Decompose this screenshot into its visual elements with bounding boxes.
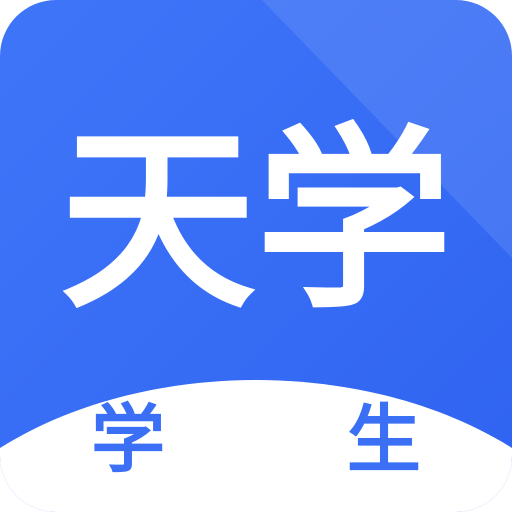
app-subtitle: 学 生 (91, 397, 499, 483)
app-icon[interactable]: 天学 学 生 (0, 0, 512, 512)
